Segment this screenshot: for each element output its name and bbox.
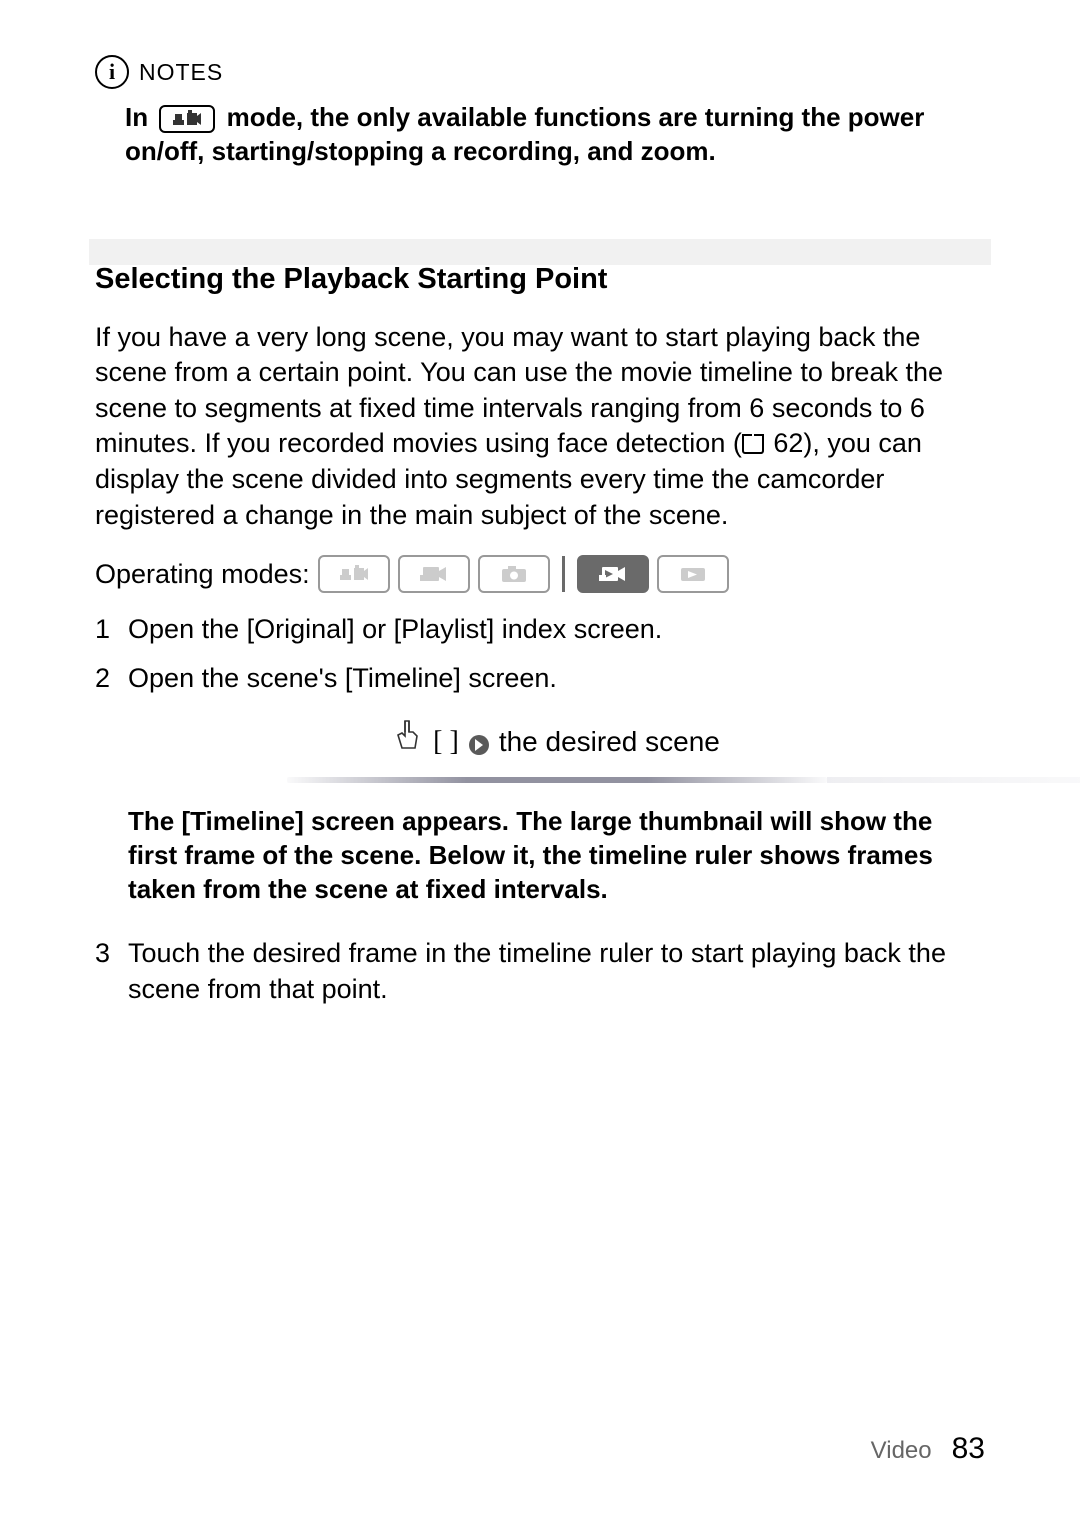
step-3-text: Touch the desired frame in the timeline … (128, 935, 985, 1008)
step-1-text: Open the [Original] or [Playlist] index … (128, 611, 662, 647)
notes-in-prefix: In (125, 102, 148, 132)
mode-photo-playback-icon (657, 555, 729, 593)
step-number-3: 3 (95, 935, 110, 1008)
touch-action-row: [ ] the desired scene (287, 718, 827, 783)
touch-brackets: [ ] (433, 723, 459, 761)
touch-action-underline (287, 777, 827, 783)
step-list: 1 Open the [Original] or [Playlist] inde… (95, 611, 985, 1007)
notes-label: NOTES (139, 59, 223, 86)
step-2-note: The [Timeline] screen appears. The large… (128, 805, 985, 906)
info-icon-glyph: i (109, 59, 115, 85)
step-2-text: Open the scene's [Timeline] screen. (128, 660, 985, 696)
step-number-1: 1 (95, 611, 110, 647)
list-item: 1 Open the [Original] or [Playlist] inde… (95, 611, 985, 647)
arrow-bullet-icon (469, 735, 489, 755)
mode-photo-record-icon (478, 555, 550, 593)
pointing-hand-icon (393, 718, 423, 765)
cross-ref-number: 62 (766, 428, 804, 458)
mode-dual-shot-icon (318, 555, 390, 593)
list-item: 2 Open the scene's [Timeline] screen. [ … (95, 660, 985, 923)
notes-body-text: mode, the only available functions are t… (125, 102, 924, 166)
footer-page-number: 83 (952, 1432, 985, 1466)
section-intro: If you have a very long scene, you may w… (95, 320, 985, 534)
operating-modes-label: Operating modes: (95, 559, 310, 590)
step-number-2: 2 (95, 660, 110, 923)
operating-modes-row: Operating modes: (95, 555, 985, 593)
section-heading-bar (89, 239, 991, 265)
info-icon: i (95, 55, 129, 89)
page-footer: Video 83 (871, 1432, 985, 1466)
notes-header: i NOTES (95, 55, 985, 89)
list-item: 3 Touch the desired frame in the timelin… (95, 935, 985, 1008)
footer-section: Video (871, 1437, 932, 1465)
mode-video-record-icon (398, 555, 470, 593)
notes-body: In mode, the only available functions ar… (125, 101, 985, 169)
mode-video-playback-icon (577, 555, 649, 593)
dual-shot-mode-icon (159, 105, 215, 133)
mode-divider (562, 556, 565, 592)
page-ref-icon (742, 436, 764, 454)
section-heading: Selecting the Playback Starting Point (95, 263, 985, 296)
desired-scene-text: the desired scene (499, 723, 720, 761)
